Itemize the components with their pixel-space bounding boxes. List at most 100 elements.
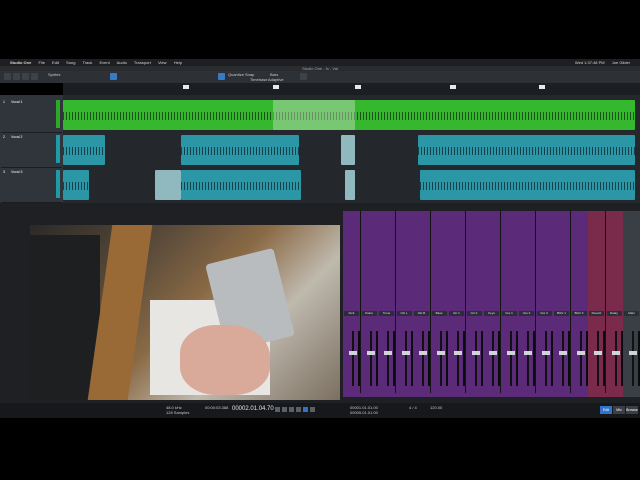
track-header[interactable]: 3 Vocal 3 [1,168,62,203]
fader-handle[interactable] [419,351,427,355]
audio-event[interactable] [418,135,635,165]
mixer-channel-strip[interactable]: Vox 2 [518,211,538,397]
menu-transport[interactable]: Transport [134,60,151,65]
channel-name[interactable]: Vox 2 [519,311,534,316]
menu-edit[interactable]: Edit [52,60,59,65]
fader-handle[interactable] [629,351,637,355]
snap-toggle-icon[interactable] [218,73,225,80]
track-header[interactable]: 2 Vocal 2 [1,133,62,168]
arrow-tool-icon[interactable] [4,73,11,80]
marker-flag[interactable] [450,85,456,89]
mixer-channel-strip[interactable]: OH R [413,211,433,397]
track-header[interactable]: 1 Vocal 1 [1,98,62,133]
channel-name[interactable]: Gtr 1 [449,311,464,316]
stop-icon[interactable] [296,407,301,412]
fader-handle[interactable] [541,351,550,355]
audio-event[interactable] [420,170,635,200]
mixer-channel-strip[interactable]: Snare [360,211,381,397]
marker-flag[interactable] [539,85,545,89]
menu-track[interactable]: Track [82,60,92,65]
marker-flag[interactable] [183,85,189,89]
event-fx-icon[interactable] [300,73,307,80]
track-name[interactable]: Vocal 2 [11,135,22,139]
audio-event[interactable] [181,170,301,200]
track-name[interactable]: Vocal 3 [11,170,22,174]
mixer-channel-strip[interactable]: Main [623,211,640,397]
eraser-tool-icon[interactable] [31,73,38,80]
fader-handle[interactable] [576,351,585,355]
mixer-channel-strip[interactable]: Reverb [588,211,608,397]
mixer-channel-strip[interactable]: Keys [483,211,503,397]
loop-icon[interactable] [289,407,294,412]
mixer-channel-strip[interactable]: Vox 1 [500,211,521,397]
fast-forward-icon[interactable] [282,407,287,412]
rewind-icon[interactable] [275,407,280,412]
fader-handle[interactable] [471,351,480,355]
fader-handle[interactable] [454,351,462,355]
fader-handle[interactable] [384,351,392,355]
menu-audio[interactable]: Audio [117,60,127,65]
channel-name[interactable]: Gtr 2 [466,311,482,316]
fader-handle[interactable] [401,351,410,355]
channel-name[interactable]: Delay [606,311,622,316]
channel-name[interactable]: OH R [414,311,429,316]
range-tool-icon[interactable] [13,73,20,80]
channel-name[interactable]: Reverb [589,311,604,316]
fader-handle[interactable] [349,351,357,355]
audio-event[interactable] [63,135,105,165]
position-readout[interactable]: 00002.01.04.70 [232,406,274,412]
fader-handle[interactable] [489,351,497,355]
channel-name[interactable]: BGV 2 [571,311,587,316]
channel-name[interactable]: Vox 3 [536,311,552,316]
loop-end[interactable]: 00005.01.01.00 [350,411,378,415]
fader-handle[interactable] [506,351,515,355]
mixer-channel-strip[interactable]: BGV 2 [570,211,591,397]
marker-flag[interactable] [273,85,279,89]
mixer-channel-strip[interactable]: Toms [378,211,398,397]
play-icon[interactable] [303,407,308,412]
marker-flag[interactable] [355,85,361,89]
menu-song[interactable]: Song [66,60,75,65]
fader-handle[interactable] [436,351,445,355]
mixer-channel-strip[interactable]: Bass [430,211,451,397]
channel-name[interactable]: Vox 1 [501,311,517,316]
browse-button[interactable]: Browse [626,406,638,414]
mixer-channel-strip[interactable]: Vox 3 [535,211,556,397]
mixer-channel-strip[interactable]: Delay [605,211,626,397]
channel-name[interactable]: Keys [484,311,499,316]
menu-event[interactable]: Event [99,60,109,65]
menu-studio-one[interactable]: Studio One [10,60,31,65]
mixer-channel-strip[interactable]: Kick [343,211,363,397]
tempo[interactable]: 120.00 [430,406,442,410]
fader-handle[interactable] [524,351,532,355]
mix-button[interactable]: Mix [613,406,625,414]
time-signature[interactable]: 4 / 4 [409,406,417,410]
fader-handle[interactable] [559,351,567,355]
mixer-channel-strip[interactable]: BGV 1 [553,211,573,397]
audio-event[interactable] [341,135,355,165]
channel-name[interactable]: Toms [379,311,394,316]
mixer-channel-strip[interactable]: OH L [395,211,416,397]
audio-event[interactable] [345,170,355,200]
selection-range[interactable] [273,100,355,130]
record-icon[interactable] [310,407,315,412]
edit-button[interactable]: Edit [600,406,612,414]
channel-name[interactable]: BGV 1 [554,311,569,316]
fader-handle[interactable] [366,351,375,355]
audio-event[interactable] [63,170,89,200]
fader-handle[interactable] [594,351,602,355]
split-tool-icon[interactable] [22,73,29,80]
menu-help[interactable]: Help [174,60,182,65]
channel-name[interactable]: Main [624,311,639,316]
channel-name[interactable]: Snare [361,311,377,316]
menu-file[interactable]: File [38,60,44,65]
channel-name[interactable]: Bass [431,311,447,316]
arrange-view[interactable] [63,95,640,203]
channel-name[interactable]: Kick [344,311,359,316]
audio-event[interactable] [155,170,181,200]
mixer-channel-strip[interactable]: Gtr 2 [465,211,486,397]
fader-handle[interactable] [611,351,620,355]
user-name[interactable]: Joe Gilder [612,60,630,65]
channel-name[interactable]: OH L [396,311,412,316]
audio-event[interactable] [181,135,299,165]
